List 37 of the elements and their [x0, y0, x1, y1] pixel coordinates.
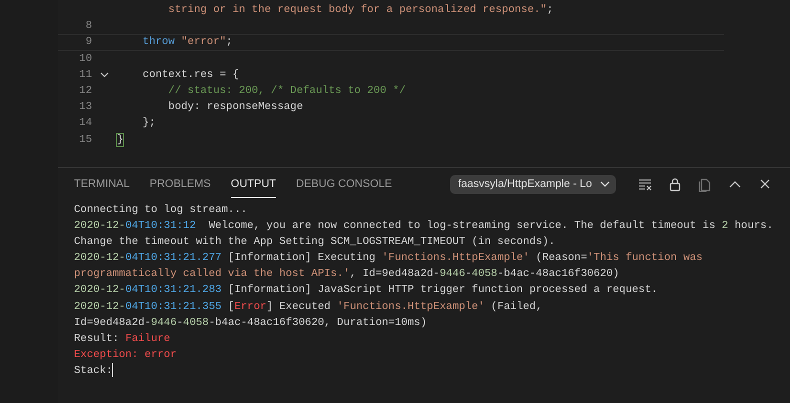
code-line: }; [142, 116, 156, 132]
line-number: 8 [84, 19, 92, 34]
line-number: 12 [78, 84, 92, 99]
line-number: 14 [78, 116, 92, 132]
code-line: throw "error"; [142, 35, 232, 50]
line-number: 11 [78, 68, 92, 83]
log-line: 2020-12-04T10:31:21.355 [Error] Executed 'Functions.HttpExample' (Failed, [74, 300, 542, 313]
panel-tab[interactable]: TERMINAL [74, 170, 130, 198]
log-line: Change the timeout with the App Setting SCM_LOGSTREAM_TIMEOUT (in seconds). [74, 236, 556, 248]
log-line: Result: Failure [74, 332, 170, 345]
log-line: Id=9ed48a2d-9446-4058-b4ac-48ac16f30620, Duration=10ms) [74, 316, 427, 329]
panel-tab[interactable]: PROBLEMS [150, 170, 211, 198]
document-icon[interactable] [698, 176, 712, 192]
line-number: 15 [78, 132, 92, 148]
panel-tab[interactable]: OUTPUT [230, 170, 276, 198]
code-line: context.res = { [142, 68, 239, 83]
log-line: Exception: error [74, 348, 177, 361]
log-line: 2020-12-04T10:31:12 Welcome, you are now connected to log-streaming service. The default timeout is 2 hours. [74, 220, 774, 232]
clear-output-icon[interactable] [638, 176, 652, 192]
line-number: 13 [78, 100, 92, 116]
chevron-down-icon[interactable] [100, 72, 109, 78]
lock-icon[interactable] [668, 176, 682, 192]
log-line: Connecting to log stream... [74, 204, 248, 216]
channel-dropdown[interactable]: faasvsyla/HttpExample - Lo [450, 174, 616, 194]
log-line: Stack: [74, 364, 112, 377]
panel-tab[interactable]: DEBUG CONSOLE [296, 170, 392, 198]
code-line: body: responseMessage [167, 100, 303, 116]
text-cursor [112, 363, 114, 378]
log-line: programmatically called via the host APIs.', Id=9ed48a2d-9446-4058-b4ac-48ac16f30620) [74, 268, 620, 280]
code-line: } [117, 132, 124, 148]
line-number: 9 [84, 35, 92, 50]
chevron-down-icon [600, 181, 610, 187]
log-line: 2020-12-04T10:31:21.277 [Information] Executing 'Functions.HttpExample' (Reason='This function was [74, 252, 703, 264]
line-number: 10 [78, 52, 92, 67]
code-line: string or in the request body for a personalized response."; [167, 3, 554, 18]
log-line: 2020-12-04T10:31:21.283 [Information] JavaScript HTTP trigger function processed a request. [74, 284, 658, 296]
code-line: // status: 200, /* Defaults to 200 */ [167, 84, 406, 99]
